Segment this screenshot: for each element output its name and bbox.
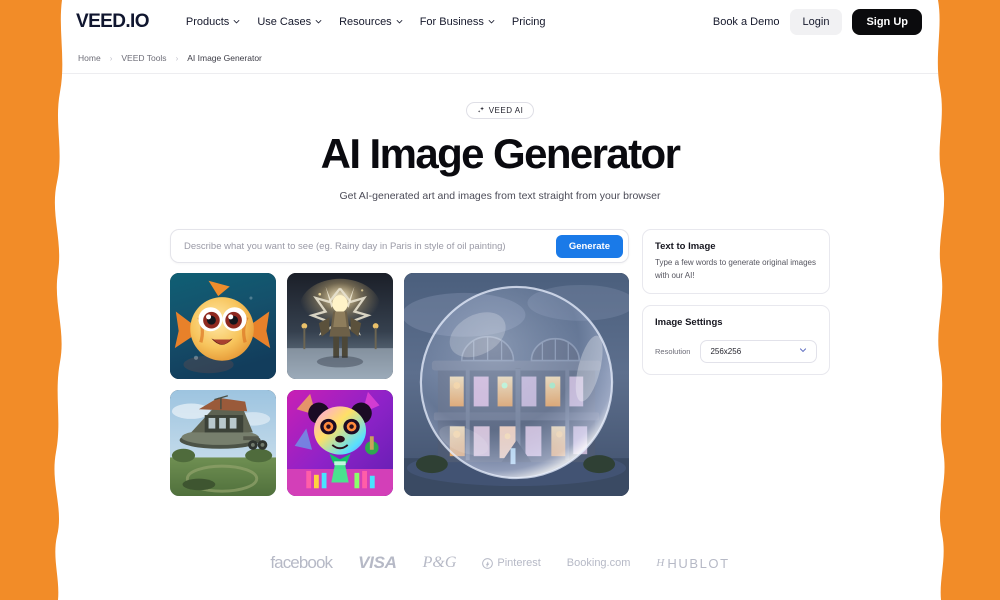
page-sheet: VEED.IO Products Use Cases Resources For… <box>0 0 1000 600</box>
nav-label: For Business <box>419 16 484 28</box>
resolution-value: 256x256 <box>710 346 742 356</box>
brand-logo-strip: facebook VISA P&G Pinterest Booking.com … <box>62 553 938 573</box>
brand-logo-booking: Booking.com <box>566 557 631 570</box>
main-navigation: Products Use Cases Resources For Busines… <box>186 16 546 28</box>
hublot-mark-icon: H <box>656 557 664 570</box>
gallery-feature-bubble-house[interactable] <box>404 273 629 497</box>
breadcrumb: Home › VEED Tools › AI Image Generator <box>78 53 922 63</box>
generator-workspace: Generate <box>62 229 938 497</box>
nav-item-for-business[interactable]: For Business <box>420 16 495 28</box>
gallery-thumb-floating-house[interactable] <box>170 390 276 497</box>
chevron-down-icon <box>233 18 240 25</box>
resolution-select[interactable]: 256x256 <box>700 339 817 363</box>
brand-logo-pg: P&G <box>422 554 457 572</box>
generate-button[interactable]: Generate <box>555 234 623 258</box>
chevron-down-icon <box>799 346 807 354</box>
brand-logo-hublot: H HUBLOT <box>656 556 729 571</box>
brand-logo-visa: VISA <box>358 553 397 573</box>
nav-item-products[interactable]: Products <box>186 16 240 28</box>
chevron-down-icon <box>315 18 322 25</box>
resolution-setting: Resolution 256x256 <box>655 339 817 363</box>
nav-item-pricing[interactable]: Pricing <box>512 16 546 28</box>
decorative-left-edge <box>0 0 90 600</box>
page-title: AI Image Generator <box>320 130 681 177</box>
breadcrumb-item-current: AI Image Generator <box>187 53 262 63</box>
veed-ai-badge: VEED AI <box>465 101 535 119</box>
brand-label: Pinterest <box>497 557 541 570</box>
prompt-input[interactable] <box>184 240 556 252</box>
book-a-demo-link[interactable]: Book a Demo <box>713 16 780 28</box>
thumbnail-grid <box>170 273 393 497</box>
image-gallery <box>170 273 629 497</box>
nav-label: Pricing <box>511 16 546 28</box>
nav-label: Products <box>185 16 230 28</box>
header-actions: Book a Demo Login Sign Up <box>713 9 922 35</box>
panel-title: Text to Image <box>655 241 716 253</box>
login-button[interactable]: Login <box>789 9 843 35</box>
brand-label: HUBLOT <box>667 555 730 571</box>
site-header: VEED.IO Products Use Cases Resources For… <box>62 0 938 44</box>
nav-label: Resources <box>339 16 392 28</box>
nav-label: Use Cases <box>257 16 312 28</box>
hero-subtitle: Get AI-generated art and images from tex… <box>339 190 661 203</box>
text-to-image-panel: Text to Image Type a few words to genera… <box>642 229 830 294</box>
panel-title: Image Settings <box>655 316 723 328</box>
pinterest-icon <box>482 557 494 569</box>
chevron-down-icon <box>488 18 495 25</box>
decorative-right-edge <box>910 0 1000 600</box>
brand-logo-pinterest: Pinterest <box>482 557 541 570</box>
nav-item-resources[interactable]: Resources <box>339 16 403 28</box>
gallery-thumb-neon-panda-scientist[interactable] <box>287 390 393 497</box>
image-settings-panel: Image Settings Resolution 256x256 <box>642 304 830 375</box>
generator-right-column: Text to Image Type a few words to genera… <box>642 229 830 375</box>
sparkle-icon <box>477 106 485 114</box>
breadcrumb-item-veed-tools[interactable]: VEED Tools <box>121 53 166 63</box>
brand-logo-facebook: facebook <box>270 553 333 573</box>
badge-label: VEED AI <box>488 105 524 115</box>
breadcrumb-separator: › <box>109 53 113 63</box>
generator-left-column: Generate <box>170 229 629 497</box>
resolution-label: Resolution <box>655 346 691 356</box>
prompt-bar: Generate <box>170 229 629 264</box>
hero-section: VEED AI AI Image Generator Get AI-genera… <box>62 74 938 202</box>
breadcrumb-separator: › <box>175 53 179 63</box>
gallery-thumb-cartoon-clownfish[interactable] <box>170 273 276 380</box>
breadcrumb-bar: Home › VEED Tools › AI Image Generator <box>62 44 938 74</box>
chevron-down-icon <box>396 18 403 25</box>
gallery-thumb-fantasy-warrior[interactable] <box>287 273 393 380</box>
nav-item-use-cases[interactable]: Use Cases <box>257 16 322 28</box>
panel-description: Type a few words to generate original im… <box>655 258 816 280</box>
